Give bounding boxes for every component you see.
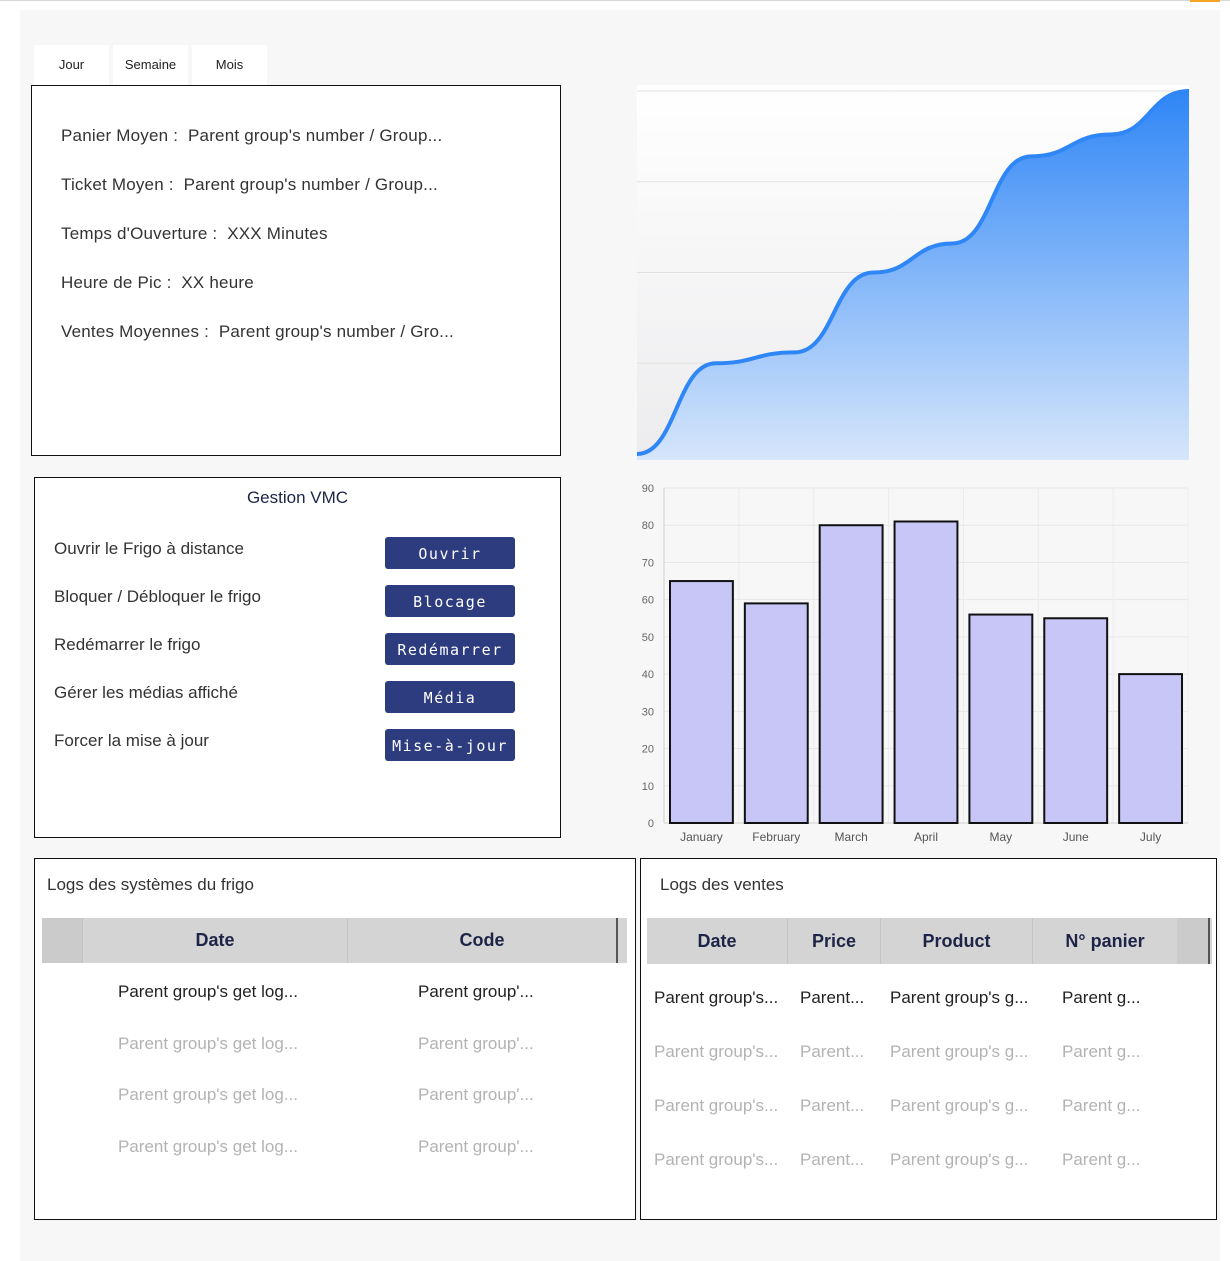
table-cell-price: Parent... — [800, 1042, 865, 1061]
tab-mois[interactable]: Mois — [192, 45, 267, 85]
kpi-ventes-moyennes: Ventes Moyennes : Parent group's number … — [61, 322, 454, 342]
kpi-value: Parent group's number / Group... — [183, 175, 438, 194]
kpi-panier-moyen: Panier Moyen : Parent group's number / G… — [61, 126, 442, 146]
bar-april — [893, 520, 959, 824]
y-tick-label: 60 — [642, 595, 654, 607]
blocage-button[interactable]: Blocage — [385, 585, 515, 617]
column-header-code[interactable]: Code — [347, 918, 616, 963]
kpi-ticket-moyen: Ticket Moyen : Parent group's number / G… — [61, 175, 438, 195]
table-cell-panier: Parent g... — [1062, 1150, 1141, 1169]
header-spacer — [42, 918, 82, 963]
kpi-temps-ouverture: Temps d'Ouverture : XXX Minutes — [61, 224, 328, 244]
kpi-value: Parent group's number / Group... — [188, 126, 443, 145]
column-header-panier[interactable]: N° panier — [1032, 918, 1177, 964]
table-cell-date: Parent group's... — [654, 1096, 779, 1115]
sales-logs-header: Date Price Product N° panier — [647, 918, 1212, 964]
area-chart — [637, 85, 1189, 460]
redemarrer-button[interactable]: Redémarrer — [385, 633, 515, 665]
x-tick-label: March — [834, 830, 867, 844]
top-accent-mark — [1190, 0, 1220, 2]
table-cell-date: Parent group's... — [654, 1150, 779, 1169]
period-tabs: Jour Semaine Mois — [34, 45, 267, 85]
bar-june — [1043, 617, 1109, 824]
kpi-label: Temps d'Ouverture : — [61, 224, 218, 243]
table-cell-date: Parent group's... — [654, 1042, 779, 1061]
system-logs-title: Logs des systèmes du frigo — [47, 875, 254, 894]
top-border — [0, 0, 1230, 1]
table-cell-product: Parent group's g... — [890, 1042, 1029, 1061]
table-cell-date: Parent group's get log... — [118, 1085, 298, 1104]
system-logs-panel: Logs des systèmes du frigo Date Code Par… — [34, 858, 636, 1220]
x-tick-label: July — [1140, 830, 1161, 844]
vmc-label-mise-a-jour: Forcer la mise à jour — [54, 731, 209, 750]
column-header-product[interactable]: Product — [880, 918, 1032, 964]
column-header-date[interactable]: Date — [82, 918, 347, 963]
bar-chart: 0 10 20 30 40 50 60 70 80 90 January February March A… — [630, 478, 1192, 850]
table-cell-price: Parent... — [800, 1096, 865, 1115]
table-cell-code: Parent group'... — [418, 982, 534, 1001]
media-button[interactable]: Média — [385, 681, 515, 713]
kpi-value: XXX Minutes — [227, 224, 328, 243]
tab-jour[interactable]: Jour — [34, 45, 109, 85]
mise-a-jour-button[interactable]: Mise-à-jour — [385, 729, 515, 761]
y-tick-label: 40 — [642, 669, 654, 681]
bar-july — [1118, 673, 1184, 824]
table-cell-price: Parent... — [800, 988, 865, 1007]
kpi-label: Panier Moyen : — [61, 126, 179, 145]
column-header-date[interactable]: Date — [647, 918, 787, 964]
y-tick-label: 20 — [642, 744, 654, 756]
ouvrir-button[interactable]: Ouvrir — [385, 537, 515, 569]
y-tick-label: 30 — [642, 706, 654, 718]
table-cell-panier: Parent g... — [1062, 1042, 1141, 1061]
kpi-heure-pic: Heure de Pic : XX heure — [61, 273, 254, 293]
table-cell-date: Parent group's get log... — [118, 1137, 298, 1156]
sales-logs-panel: Logs des ventes Date Price Product N° pa… — [640, 858, 1217, 1220]
header-edge — [1177, 918, 1210, 964]
vmc-label-blocage: Bloquer / Débloquer le frigo — [54, 587, 261, 606]
bar-january — [668, 580, 734, 824]
x-tick-label: January — [680, 830, 723, 844]
x-tick-label: February — [752, 830, 800, 844]
table-cell-product: Parent group's g... — [890, 1096, 1029, 1115]
vmc-title: Gestion VMC — [246, 488, 349, 507]
kpi-value: Parent group's number / Gro... — [218, 322, 454, 341]
table-cell-code: Parent group'... — [418, 1137, 534, 1156]
vmc-label-media: Gérer les médias affiché — [54, 683, 238, 702]
tab-semaine[interactable]: Semaine — [113, 45, 188, 85]
kpi-label: Ticket Moyen : — [61, 175, 174, 194]
table-cell-price: Parent... — [800, 1150, 865, 1169]
table-cell-panier: Parent g... — [1062, 1096, 1141, 1115]
y-tick-label: 0 — [648, 818, 654, 830]
y-tick-label: 50 — [642, 632, 654, 644]
kpi-panel: Panier Moyen : Parent group's number / G… — [31, 85, 561, 456]
header-edge — [616, 918, 618, 963]
table-cell-date: Parent group's get log... — [118, 1034, 298, 1053]
x-tick-label: April — [914, 830, 938, 844]
system-logs-header: Date Code — [42, 918, 627, 963]
bar-may — [968, 613, 1034, 824]
bar-march — [818, 524, 884, 824]
vmc-label-ouvrir: Ouvrir le Frigo à distance — [54, 539, 244, 558]
sales-logs-title: Logs des ventes — [660, 875, 784, 894]
x-tick-label: May — [990, 830, 1013, 844]
kpi-value: XX heure — [181, 273, 254, 292]
y-tick-label: 10 — [642, 781, 654, 793]
bar-february — [743, 602, 809, 824]
vmc-label-redemarrer: Redémarrer le frigo — [54, 635, 201, 654]
y-tick-label: 70 — [642, 557, 654, 569]
table-cell-code: Parent group'... — [418, 1034, 534, 1053]
kpi-label: Heure de Pic : — [61, 273, 172, 292]
table-cell-date: Parent group's... — [654, 988, 779, 1007]
column-header-price[interactable]: Price — [787, 918, 880, 964]
kpi-label: Ventes Moyennes : — [61, 322, 209, 341]
y-tick-label: 90 — [642, 483, 654, 495]
table-cell-product: Parent group's g... — [890, 988, 1029, 1007]
table-cell-panier: Parent g... — [1062, 988, 1141, 1007]
y-tick-label: 80 — [642, 520, 654, 532]
vmc-panel: Gestion VMC Ouvrir le Frigo à distance O… — [34, 477, 561, 838]
x-tick-label: June — [1063, 830, 1089, 844]
table-cell-code: Parent group'... — [418, 1085, 534, 1104]
table-cell-date: Parent group's get log... — [118, 982, 298, 1001]
table-cell-product: Parent group's g... — [890, 1150, 1029, 1169]
